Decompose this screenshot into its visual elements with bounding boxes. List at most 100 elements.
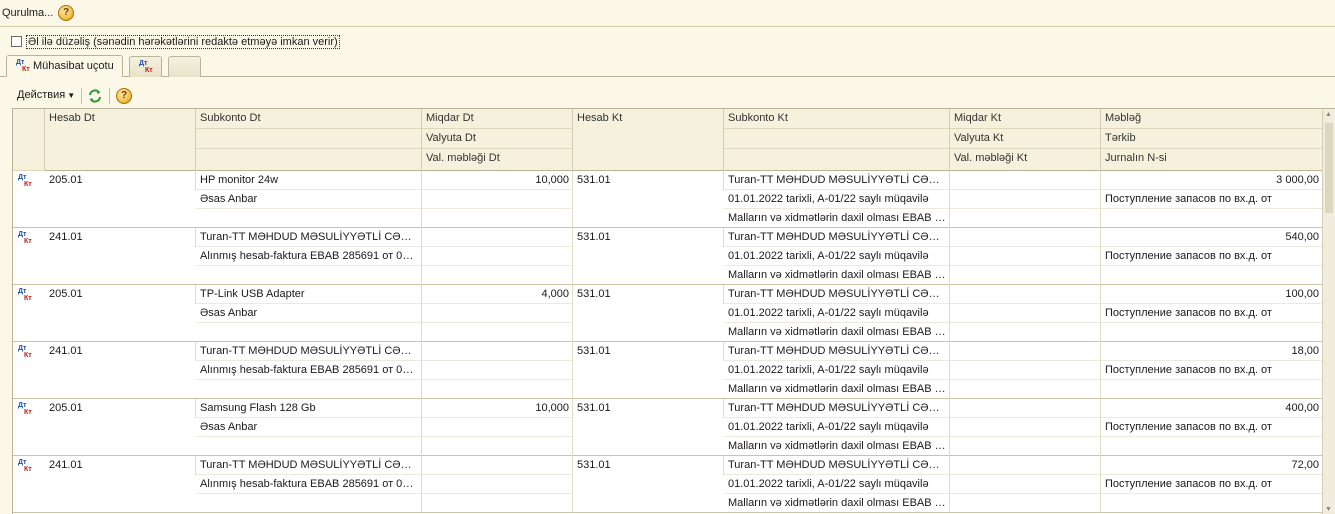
cell-subkonto-dt[interactable]: [196, 380, 422, 399]
cell-subkonto-dt[interactable]: Turan-TT MƏHDUD MƏSULİYYƏTLİ CƏM...: [196, 342, 422, 361]
cell-miqdar-kt[interactable]: [950, 171, 1101, 190]
cell-subkonto-kt[interactable]: Turan-TT MƏHDUD MƏSULİYYƏTLİ CƏM...: [724, 171, 950, 190]
cell-hesab-kt[interactable]: 531.01: [573, 171, 724, 190]
cell-subkonto-dt[interactable]: Turan-TT MƏHDUD MƏSULİYYƏTLİ CƏM...: [196, 456, 422, 475]
cell-val-mebleg-kt[interactable]: [950, 209, 1101, 228]
tab-third[interactable]: [168, 56, 201, 77]
cell-subkonto-dt[interactable]: Əsas Anbar: [196, 304, 422, 323]
help-icon[interactable]: ?: [58, 5, 74, 21]
cell-hesab-kt[interactable]: 531.01: [573, 456, 724, 475]
header-val-mebleg-dt[interactable]: Val. məbləği Dt: [422, 149, 573, 169]
cell-terkib[interactable]: Поступление запасов по вх.д. от: [1101, 304, 1323, 323]
header-hesab-dt[interactable]: Hesab Dt: [45, 109, 196, 171]
cell-subkonto-dt[interactable]: [196, 266, 422, 285]
cell-subkonto-dt[interactable]: Turan-TT MƏHDUD MƏSULİYYƏTLİ CƏM...: [196, 228, 422, 247]
cell-subkonto-dt[interactable]: Alınmış hesab-faktura EBAB 285691 от 01.…: [196, 475, 422, 494]
cell-valyuta-kt[interactable]: [950, 418, 1101, 437]
header-hesab-kt[interactable]: Hesab Kt: [573, 109, 724, 171]
cell-mebleg[interactable]: 3 000,00: [1101, 171, 1323, 190]
cell-valyuta-kt[interactable]: [950, 361, 1101, 380]
scroll-thumb[interactable]: [1325, 123, 1333, 213]
cell-subkonto-kt[interactable]: 01.01.2022 tarixli, A-01/22 saylı müqavi…: [724, 361, 950, 380]
cell-valyuta-kt[interactable]: [950, 475, 1101, 494]
cell-subkonto-dt[interactable]: [196, 437, 422, 456]
actions-menu-button[interactable]: Действия ▼: [17, 89, 75, 101]
cell-miqdar-dt[interactable]: [422, 228, 573, 247]
cell-miqdar-dt[interactable]: 4,000: [422, 285, 573, 304]
cell-subkonto-kt[interactable]: Malların və xidmətlərin daxil olması EBA…: [724, 380, 950, 399]
cell-val-mebleg-kt[interactable]: [950, 323, 1101, 342]
cell-hesab-kt[interactable]: 531.01: [573, 399, 724, 418]
header-terkib[interactable]: Tərkib: [1101, 129, 1323, 149]
header-mebleg[interactable]: Məbləğ: [1101, 109, 1323, 129]
cell-miqdar-kt[interactable]: [950, 285, 1101, 304]
cell-mebleg[interactable]: 72,00: [1101, 456, 1323, 475]
cell-val-mebleg-dt[interactable]: [422, 209, 573, 228]
cell-subkonto-kt[interactable]: Turan-TT MƏHDUD MƏSULİYYƏTLİ CƏM...: [724, 285, 950, 304]
cell-subkonto-dt[interactable]: HP monitor 24w: [196, 171, 422, 190]
refresh-icon[interactable]: [87, 88, 103, 104]
cell-hesab-kt[interactable]: 531.01: [573, 228, 724, 247]
header-jurnal[interactable]: Jurnalın N-si: [1101, 149, 1323, 169]
cell-valyuta-dt[interactable]: [422, 418, 573, 437]
cell-miqdar-dt[interactable]: 10,000: [422, 171, 573, 190]
header-miqdar-kt[interactable]: Miqdar Kt: [950, 109, 1101, 129]
table-row[interactable]: Дт Кт 241.01 Turan-TT MƏHDUD MƏSULİYYƏTLİ C…: [13, 342, 1323, 399]
cell-subkonto-kt[interactable]: Malların və xidmətlərin daxil olması EBA…: [724, 494, 950, 513]
cell-subkonto-kt[interactable]: Turan-TT MƏHDUD MƏSULİYYƏTLİ CƏM...: [724, 342, 950, 361]
cell-hesab-dt[interactable]: 205.01: [45, 285, 196, 304]
cell-val-mebleg-kt[interactable]: [950, 494, 1101, 513]
cell-valyuta-dt[interactable]: [422, 247, 573, 266]
cell-subkonto-kt[interactable]: Malların və xidmətlərin daxil olması EBA…: [724, 437, 950, 456]
cell-hesab-dt[interactable]: 205.01: [45, 399, 196, 418]
settings-menu[interactable]: Qurulma...: [2, 7, 53, 19]
vertical-scrollbar[interactable]: ▲ ▼: [1322, 109, 1335, 514]
help-icon[interactable]: ?: [116, 88, 132, 104]
cell-miqdar-dt[interactable]: [422, 342, 573, 361]
table-row[interactable]: Дт Кт 205.01 Samsung Flash 128 Gb Turan-TT M…: [13, 399, 1323, 456]
cell-terkib[interactable]: Поступление запасов по вх.д. от: [1101, 190, 1323, 209]
header-subkonto-dt[interactable]: Subkonto Dt: [196, 109, 422, 129]
cell-mebleg[interactable]: 400,00: [1101, 399, 1323, 418]
table-row[interactable]: Дт Кт 241.01 Turan-TT MƏHDUD MƏSULİYYƏTLİ C…: [13, 228, 1323, 285]
cell-subkonto-kt[interactable]: Malların və xidmətlərin daxil olması EBA…: [724, 209, 950, 228]
scroll-down-icon[interactable]: ▼: [1325, 506, 1332, 513]
tab-accounting[interactable]: Дт Кт Mühasibat uçotu: [6, 55, 123, 77]
cell-subkonto-kt[interactable]: 01.01.2022 tarixli, A-01/22 saylı müqavi…: [724, 304, 950, 323]
cell-subkonto-kt[interactable]: 01.01.2022 tarixli, A-01/22 saylı müqavi…: [724, 247, 950, 266]
cell-hesab-dt[interactable]: 241.01: [45, 456, 196, 475]
cell-subkonto-dt[interactable]: [196, 323, 422, 342]
cell-miqdar-dt[interactable]: 10,000: [422, 399, 573, 418]
cell-terkib[interactable]: Поступление запасов по вх.д. от: [1101, 361, 1323, 380]
cell-valyuta-dt[interactable]: [422, 475, 573, 494]
table-row[interactable]: Дт Кт 205.01 TP-Link USB Adapter Turan-TT MƏ…: [13, 285, 1323, 342]
cell-val-mebleg-kt[interactable]: [950, 437, 1101, 456]
cell-valyuta-dt[interactable]: [422, 190, 573, 209]
cell-jurnal[interactable]: [1101, 323, 1323, 342]
cell-subkonto-kt[interactable]: Malların və xidmətlərin daxil olması EBA…: [724, 323, 950, 342]
cell-subkonto-kt[interactable]: 01.01.2022 tarixli, A-01/22 saylı müqavi…: [724, 418, 950, 437]
cell-miqdar-dt[interactable]: [422, 456, 573, 475]
cell-valyuta-kt[interactable]: [950, 190, 1101, 209]
cell-subkonto-kt[interactable]: Malların və xidmətlərin daxil olması EBA…: [724, 266, 950, 285]
cell-mebleg[interactable]: 540,00: [1101, 228, 1323, 247]
table-row[interactable]: Дт Кт 205.01 HP monitor 24w Turan-TT MƏHDUD …: [13, 171, 1323, 228]
scroll-up-icon[interactable]: ▲: [1325, 111, 1332, 118]
cell-val-mebleg-dt[interactable]: [422, 380, 573, 399]
cell-subkonto-dt[interactable]: Alınmış hesab-faktura EBAB 285691 от 01.…: [196, 247, 422, 266]
header-valyuta-kt[interactable]: Valyuta Kt: [950, 129, 1101, 149]
cell-terkib[interactable]: Поступление запасов по вх.д. от: [1101, 475, 1323, 494]
manual-edit-checkbox[interactable]: [11, 36, 22, 47]
cell-subkonto-kt[interactable]: 01.01.2022 tarixli, A-01/22 saylı müqavi…: [724, 475, 950, 494]
cell-val-mebleg-dt[interactable]: [422, 494, 573, 513]
cell-subkonto-kt[interactable]: Turan-TT MƏHDUD MƏSULİYYƏTLİ CƏM...: [724, 456, 950, 475]
cell-subkonto-dt[interactable]: TP-Link USB Adapter: [196, 285, 422, 304]
cell-hesab-dt[interactable]: 241.01: [45, 228, 196, 247]
cell-jurnal[interactable]: [1101, 266, 1323, 285]
cell-terkib[interactable]: Поступление запасов по вх.д. от: [1101, 418, 1323, 437]
manual-edit-label[interactable]: Əl ilə düzəliş (sənədin hərəkətlərini re…: [26, 35, 340, 49]
cell-valyuta-dt[interactable]: [422, 361, 573, 380]
cell-subkonto-dt[interactable]: [196, 494, 422, 513]
cell-subkonto-dt[interactable]: Əsas Anbar: [196, 190, 422, 209]
cell-val-mebleg-dt[interactable]: [422, 437, 573, 456]
